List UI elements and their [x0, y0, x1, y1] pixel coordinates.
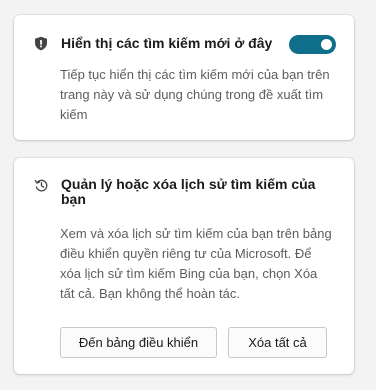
toggle-knob	[321, 39, 332, 50]
show-searches-title: Hiển thị các tìm kiếm mới ở đây	[61, 35, 273, 51]
manage-history-card: Quản lý hoặc xóa lịch sử tìm kiếm của bạ…	[14, 158, 354, 374]
manage-history-header: Quản lý hoặc xóa lịch sử tìm kiếm của bạ…	[34, 177, 336, 207]
manage-history-description: Xem và xóa lịch sử tìm kiếm của bạn trên…	[60, 226, 332, 301]
show-searches-toggle[interactable]	[289, 35, 336, 54]
clear-all-button[interactable]: Xóa tất cả	[228, 327, 327, 358]
shield-icon	[34, 36, 52, 51]
show-searches-card: Hiển thị các tìm kiếm mới ở đây Tiếp tục…	[14, 15, 354, 140]
show-searches-description: Tiếp tục hiển thị các tìm kiếm mới của b…	[60, 67, 330, 122]
go-to-dashboard-button[interactable]: Đến bảng điều khiển	[60, 327, 217, 358]
manage-history-title: Quản lý hoặc xóa lịch sử tìm kiếm của bạ…	[61, 176, 316, 207]
history-icon	[34, 178, 52, 193]
